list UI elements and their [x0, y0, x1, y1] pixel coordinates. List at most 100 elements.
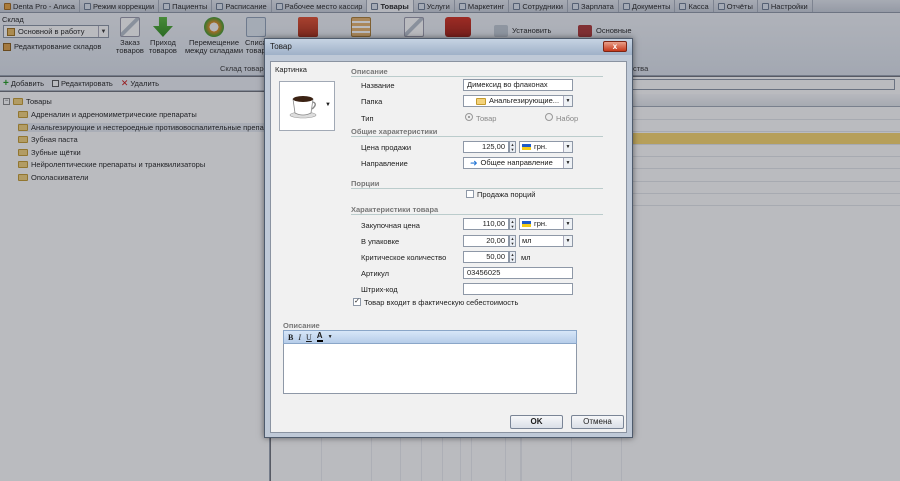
cash-icon [679, 2, 687, 10]
dialog-close-button[interactable]: x [603, 41, 627, 52]
direction-select[interactable]: ➜ Общее направление ▼ [463, 157, 573, 169]
tab-5[interactable]: Товары [367, 0, 414, 12]
sale-price-input[interactable]: 125,00 [463, 141, 509, 153]
critical-qty-spinner[interactable]: ▲ ▼ [509, 251, 516, 263]
order-goods-button[interactable]: Заказ товаров [116, 17, 144, 55]
italic-button[interactable]: I [298, 333, 301, 342]
tree-item[interactable]: Ополаскиватели [18, 173, 88, 182]
tab-0[interactable]: Denta Pro - Алиса [0, 0, 80, 12]
purchase-currency-select[interactable]: грн. ▼ [519, 218, 573, 230]
tree-item[interactable]: Нейролептические препараты и транквилиза… [18, 160, 205, 169]
purchase-price-spinner[interactable]: ▲ ▼ [509, 218, 516, 230]
pack-label: В упаковке [361, 237, 400, 246]
chevron-down-icon[interactable]: ▼ [98, 26, 108, 37]
chevron-down-icon[interactable]: ▼ [563, 158, 572, 168]
ok-button[interactable]: OK [510, 415, 563, 429]
tab-2[interactable]: Пациенты [159, 0, 213, 12]
tree-item[interactable]: Анальгезирующие и нестероедные противово… [18, 122, 281, 132]
purchase-price-label: Закупочная цена [361, 221, 420, 230]
bold-button[interactable]: B [288, 333, 293, 342]
dialog-title: Товар [265, 39, 632, 55]
goods-icon [371, 2, 379, 10]
basic-button[interactable]: Основные [578, 25, 632, 37]
tree-root[interactable]: − Товары [3, 97, 52, 106]
tab-11[interactable]: Касса [675, 0, 714, 12]
delete-button[interactable]: ✕ Удалить [121, 78, 159, 89]
warehouse-select[interactable]: Основной в работу ▼ [3, 25, 109, 38]
chevron-down-icon[interactable]: ▼ [563, 219, 572, 229]
name-label: Название [361, 81, 395, 90]
move-goods-button[interactable]: Перемещение между складами [185, 17, 243, 55]
tab-label: Документы [631, 1, 671, 11]
tab-label: Настройки [770, 1, 808, 11]
income-goods-button[interactable]: Приход товаров [149, 17, 177, 55]
type-set-radio[interactable] [545, 113, 553, 121]
settings-icon [761, 2, 769, 10]
ukraine-flag-icon [522, 144, 531, 150]
tree-item-label: Адреналин и адреномиметрические препарат… [31, 110, 197, 119]
ribbon-action-1[interactable] [298, 17, 318, 39]
chevron-down-icon[interactable]: ▼ [563, 142, 572, 152]
collapse-icon[interactable]: − [3, 98, 10, 105]
tab-13[interactable]: Настройки [758, 0, 813, 12]
ribbon-action-3[interactable] [404, 17, 424, 39]
cost-checkbox[interactable]: ✓ [353, 298, 361, 306]
edit-warehouses-button[interactable]: Редактирование складов [3, 42, 101, 51]
category-tree: − Товары Адреналин и адреномиметрические… [0, 92, 281, 481]
picture-dropdown-icon[interactable]: ▼ [325, 102, 331, 108]
move-goods-label: Перемещение между складами [185, 38, 244, 55]
ribbon-action-2[interactable] [351, 17, 371, 39]
folder-icon [13, 98, 23, 105]
tab-4[interactable]: Рабочее место кассир [272, 0, 368, 12]
name-input[interactable]: Димексид во флаконах [463, 79, 573, 91]
currency-select[interactable]: грн. ▼ [519, 141, 573, 153]
font-color-dropdown-icon[interactable]: ▼ [328, 334, 333, 340]
install-button[interactable]: Установить [494, 25, 551, 37]
tab-9[interactable]: Зарплата [568, 0, 619, 12]
article-input[interactable]: 03456025 [463, 267, 573, 279]
pack-input[interactable]: 20,00 [463, 235, 509, 247]
tree-item-label: Зубные щётки [31, 147, 81, 157]
calendar-icon [216, 2, 224, 10]
folder-icon [18, 111, 28, 118]
tab-12[interactable]: Отчёты [714, 0, 758, 12]
font-color-button[interactable]: A [316, 332, 323, 342]
tab-label: Сотрудники [522, 1, 563, 11]
tree-item[interactable]: Зубные щётки [18, 148, 81, 157]
tab-1[interactable]: Режим коррекции [80, 0, 160, 12]
search-input[interactable] [631, 79, 895, 90]
portion-sale-checkbox[interactable] [466, 190, 474, 198]
sale-price-spinner[interactable]: ▲ ▼ [509, 141, 516, 153]
tree-item-label: Нейролептические препараты и транквилиза… [31, 160, 206, 169]
direction-value: Общее направление [480, 158, 553, 167]
tab-8[interactable]: Сотрудники [509, 0, 568, 12]
pack-unit-select[interactable]: мл ▼ [519, 235, 573, 247]
barcode-input[interactable] [463, 283, 573, 295]
add-button[interactable]: + Добавить [3, 78, 44, 88]
tree-item[interactable]: Зубная паста [18, 135, 78, 144]
tab-label: Зарплата [580, 1, 614, 11]
tab-7[interactable]: Маркетинг [455, 0, 510, 12]
cancel-button[interactable]: Отмена [571, 415, 624, 429]
tree-item[interactable]: Адреналин и адреномиметрические препарат… [18, 110, 197, 119]
tab-3[interactable]: Расписание [212, 0, 272, 12]
underline-button[interactable]: U [306, 333, 312, 342]
pack-spinner[interactable]: ▲ ▼ [509, 235, 516, 247]
picture-picker[interactable]: ▼ [279, 81, 335, 131]
folder-select[interactable]: Анальгезирующие... ▼ [463, 95, 573, 107]
critical-qty-input[interactable]: 50,00 [463, 251, 509, 263]
purchase-price-input[interactable]: 110,00 [463, 218, 509, 230]
order-pen-icon [119, 17, 140, 37]
tab-6[interactable]: Услуги [414, 0, 455, 12]
ribbon-action-4[interactable] [445, 17, 471, 39]
tab-label: Отчёты [726, 1, 753, 11]
description-editor[interactable] [283, 344, 577, 394]
type-goods-radio[interactable] [465, 113, 473, 121]
table-icon [351, 17, 371, 37]
chevron-down-icon[interactable]: ▼ [563, 236, 572, 246]
edit-button[interactable]: Редактировать [52, 79, 113, 88]
chevron-down-icon[interactable]: ▼ [563, 96, 572, 106]
tab-10[interactable]: Документы [619, 0, 676, 12]
folder-icon [18, 173, 28, 181]
tree-item-label: Зубная паста [31, 135, 78, 144]
